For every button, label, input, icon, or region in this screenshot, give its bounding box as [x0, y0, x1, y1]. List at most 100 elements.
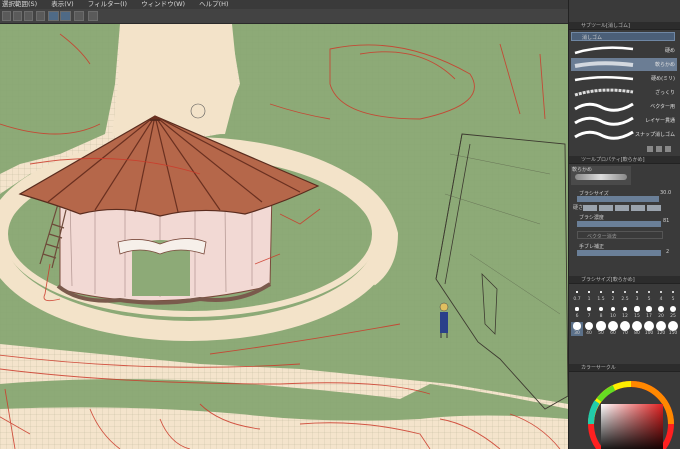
brush-name: 軟らかめ — [654, 62, 675, 68]
brush-size-dot — [623, 290, 627, 294]
brush-size-dot — [668, 321, 678, 331]
brush-size-dot — [600, 291, 602, 293]
brush-vector[interactable]: ベクター用 — [571, 100, 677, 113]
copy-subtool-icon[interactable] — [656, 146, 662, 152]
brush-size-dot — [644, 321, 654, 331]
brush-size-dot — [646, 306, 652, 312]
brush-size-option[interactable]: 2.5 — [619, 288, 631, 302]
brush-size-dot — [632, 321, 642, 331]
brush-name: ベクター用 — [650, 104, 675, 110]
pen-check2-icon[interactable] — [60, 11, 71, 21]
brush-stroke-icon — [574, 76, 634, 82]
menu-filter[interactable]: フィルター(I) — [88, 0, 127, 9]
brush-size-option[interactable]: 0.7 — [571, 288, 583, 302]
stabilization-slider[interactable] — [577, 250, 661, 256]
brush-size-option[interactable]: 30 — [571, 322, 583, 336]
hardness-selector[interactable] — [583, 205, 677, 211]
menu-help[interactable]: ヘルプ(H) — [199, 0, 228, 9]
brush-size-option[interactable]: 7 — [583, 305, 595, 319]
brush-size-value: 2 — [611, 297, 615, 302]
brush-soft[interactable]: 軟らかめ — [571, 58, 677, 71]
brush-size-option[interactable]: 5 — [643, 288, 655, 302]
delete-subtool-icon[interactable] — [665, 146, 671, 152]
pen-check-icon[interactable] — [48, 11, 59, 21]
brush-size-dot — [573, 322, 581, 330]
brush-snap[interactable]: スナップ消しゴム — [571, 128, 677, 141]
brush-size-option[interactable]: 1.5 — [595, 288, 607, 302]
subtool-group-tab[interactable]: 消しゴム — [571, 32, 675, 41]
add-subtool-icon[interactable] — [647, 146, 653, 152]
brush-size-panel-header: ブラシサイズ[軟らかめ] — [569, 276, 680, 284]
separator-icon — [74, 11, 84, 21]
brush-size-option[interactable]: 60 — [607, 321, 619, 336]
subtool-panel-header: サブツール[消しゴム] — [569, 22, 680, 30]
vector-erase-field[interactable] — [577, 231, 663, 239]
ruler-icon[interactable] — [24, 11, 33, 21]
brush-rough[interactable]: ざっくり — [571, 86, 677, 99]
brush-layer-through[interactable]: レイヤー貫通 — [571, 114, 677, 127]
snap-icon[interactable] — [2, 11, 11, 21]
brush-size-value: 8 — [599, 314, 603, 319]
brush-size-option[interactable]: 8 — [595, 305, 607, 319]
brush-size-value: 2.5 — [621, 297, 629, 302]
brush-size-option[interactable]: 2 — [607, 288, 619, 302]
color-wheel[interactable] — [569, 372, 680, 449]
brush-size-option[interactable]: 17 — [643, 305, 655, 319]
brush-size-value: 10 — [610, 314, 616, 319]
density-slider[interactable] — [577, 221, 661, 227]
brush-size-option[interactable]: 50 — [595, 321, 607, 336]
brush-size-value: 7 — [587, 314, 591, 319]
brush-size-option[interactable]: 4 — [655, 288, 667, 302]
brush-size-option[interactable]: 12 — [619, 305, 631, 319]
brush-size-value: 1 — [587, 297, 591, 302]
brush-size-option[interactable]: 150 — [667, 321, 679, 336]
command-bar — [0, 9, 568, 24]
brush-size-option[interactable]: 10 — [607, 305, 619, 319]
brush-size-option[interactable]: 20 — [655, 305, 667, 319]
tool-preview: 軟らかめ — [571, 166, 631, 185]
brush-size-value: 30 — [574, 331, 580, 336]
brush-size-option[interactable]: 120 — [655, 321, 667, 336]
character-figure — [439, 302, 449, 338]
brush-size-dot — [576, 291, 578, 293]
grid-icon[interactable] — [13, 11, 22, 21]
brush-size-option[interactable]: 5 — [667, 288, 679, 302]
brush-size-option[interactable]: 25 — [667, 305, 679, 319]
brush-size-option[interactable]: 3 — [631, 288, 643, 302]
brush-hard-mm[interactable]: 硬め(ミリ) — [571, 72, 677, 85]
brush-size-option[interactable]: 1 — [583, 288, 595, 302]
brush-size-dot — [610, 306, 616, 312]
brush-size-dot — [635, 290, 639, 294]
brush-size-slider[interactable] — [577, 196, 659, 202]
menu-bar: 選択範囲(S) 表示(V) フィルター(I) ウィンドウ(W) ヘルプ(H) — [0, 0, 568, 9]
brush-size-value: 70 — [622, 331, 628, 336]
brush-size-value: 17 — [646, 314, 652, 319]
tool-name: 軟らかめ — [572, 167, 593, 173]
brush-hard[interactable]: 硬め — [571, 44, 677, 57]
edit-icon[interactable] — [88, 11, 98, 21]
brush-stroke-icon — [574, 102, 634, 112]
brush-size-option[interactable]: 70 — [619, 321, 631, 336]
drawing-canvas[interactable] — [0, 24, 568, 449]
menu-window[interactable]: ウィンドウ(W) — [141, 0, 185, 9]
brush-size-dot — [608, 321, 618, 331]
brush-size-option[interactable]: 6 — [571, 305, 583, 319]
right-panel: サブツール[消しゴム] 消しゴム 硬め 軟らかめ 硬め(ミリ) ざっくり ベクタ… — [568, 0, 680, 449]
brush-size-option[interactable]: 100 — [643, 321, 655, 336]
brush-size-option[interactable]: 80 — [631, 321, 643, 336]
brush-size-dot — [588, 291, 590, 293]
brush-size-dot — [634, 306, 640, 312]
menu-view[interactable]: 表示(V) — [51, 0, 74, 9]
brush-size-value: 1.5 — [597, 297, 605, 302]
brush-size-dot — [584, 321, 594, 331]
brush-size-option[interactable]: 40 — [583, 321, 595, 336]
brush-size-value: 150 — [668, 331, 678, 336]
brush-size-option[interactable]: 15 — [631, 305, 643, 319]
menu-select[interactable]: 選択範囲(S) — [2, 0, 37, 9]
transform-icon[interactable] — [36, 11, 45, 21]
brush-size-value: 120 — [656, 331, 666, 336]
brush-name: ざっくり — [654, 90, 675, 96]
brush-size-dot — [671, 290, 675, 294]
density-label: ブラシ濃度 — [579, 215, 604, 221]
brush-size-dot — [587, 307, 591, 311]
